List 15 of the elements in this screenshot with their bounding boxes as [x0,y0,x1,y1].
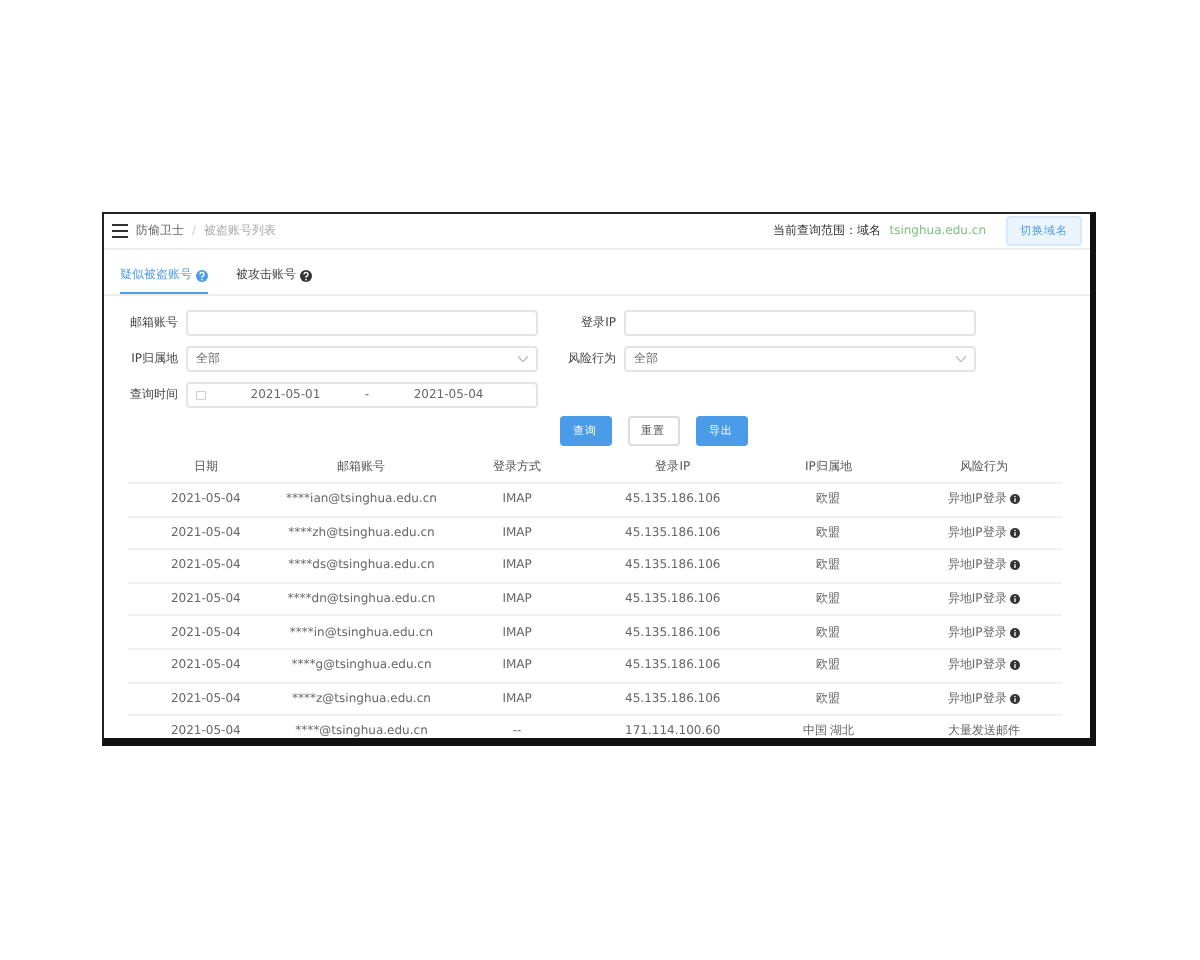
menu-icon[interactable] [112,224,128,238]
chevron-down-icon [956,356,966,362]
help-icon [300,269,312,281]
info-icon[interactable] [1010,660,1021,671]
info-icon[interactable] [1010,527,1021,538]
info-icon[interactable] [1010,560,1021,571]
help-icon [196,269,208,281]
info-icon[interactable] [1010,594,1021,605]
input-field[interactable] [186,310,538,336]
calendar-icon [196,390,206,400]
info-icon[interactable] [1010,693,1021,704]
info-icon[interactable] [1010,627,1021,638]
chevron-down-icon [518,356,528,362]
input-field[interactable] [624,310,976,336]
info-icon[interactable] [1010,494,1021,505]
